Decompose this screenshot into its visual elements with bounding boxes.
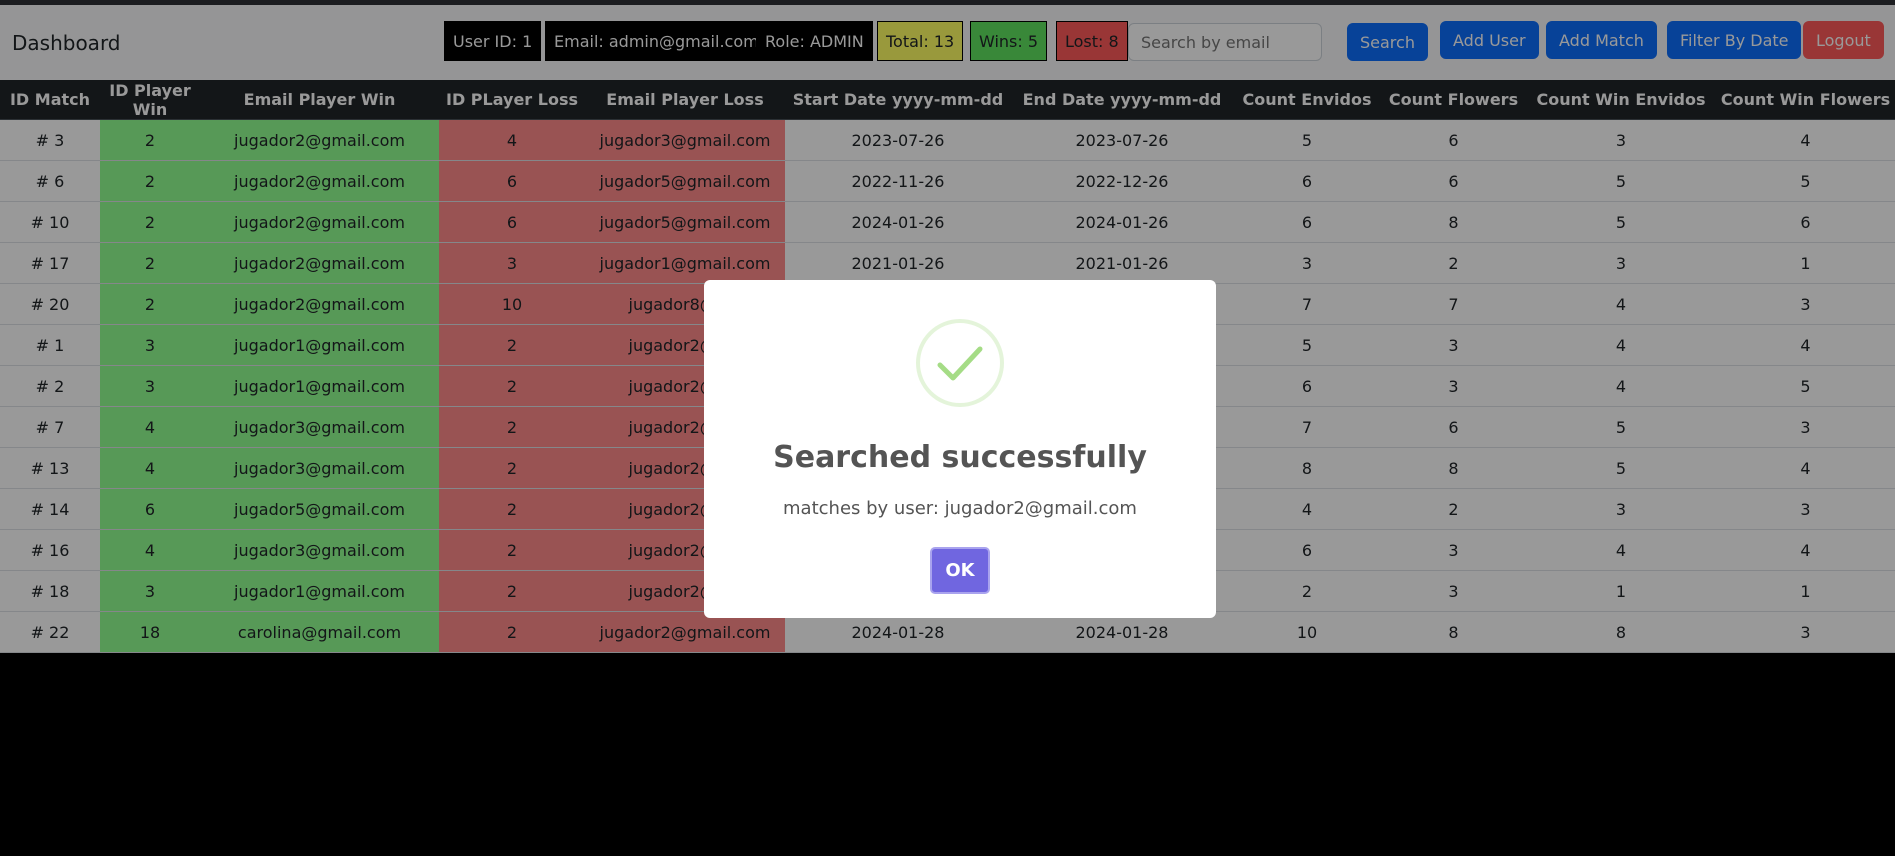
- success-modal: Searched successfully matches by user: j…: [704, 280, 1216, 618]
- modal-message: matches by user: jugador2@gmail.com: [783, 498, 1137, 519]
- ok-button[interactable]: OK: [930, 547, 990, 594]
- modal-title: Searched successfully: [773, 440, 1147, 475]
- check-icon: [916, 319, 1004, 407]
